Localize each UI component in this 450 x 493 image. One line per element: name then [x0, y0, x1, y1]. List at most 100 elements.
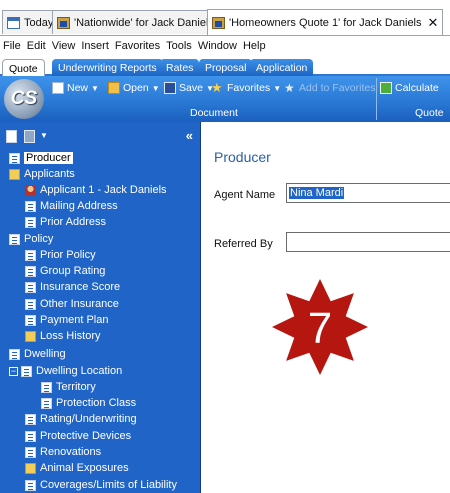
- form-icon: [9, 348, 20, 360]
- form-icon: [25, 298, 36, 310]
- sidebar-item-coverages-limits[interactable]: Coverages/Limits of Liability: [25, 477, 177, 493]
- ribbon-tab-application[interactable]: Application: [250, 59, 314, 76]
- tab-label: 'Homeowners Quote 1' for Jack Daniels: [229, 16, 422, 29]
- folder-open-icon: [108, 82, 120, 94]
- menu-view[interactable]: View: [49, 40, 79, 52]
- agent-name-label: Agent Name: [214, 189, 276, 201]
- folder-icon: [25, 462, 36, 474]
- save-disk-icon: [164, 82, 176, 94]
- sidebar-item-label: Dwelling: [24, 348, 66, 360]
- sidebar-item-loss-history[interactable]: Loss History: [25, 328, 101, 344]
- sidebar-item-rating-underwriting[interactable]: Rating/Underwriting: [25, 411, 137, 427]
- sidebar-item-label: Group Rating: [40, 265, 106, 277]
- folder-icon: [9, 168, 20, 180]
- form-icon: [25, 430, 36, 442]
- calendar-icon: [7, 16, 20, 29]
- menu-help[interactable]: Help: [240, 40, 269, 52]
- page-icon[interactable]: [6, 130, 17, 143]
- sidebar-item-insurance-score[interactable]: Insurance Score: [25, 279, 120, 295]
- new-button[interactable]: New ▼: [52, 80, 99, 96]
- tab-label: 'Nationwide' for Jack Daniels: [74, 16, 214, 29]
- step-number-badge: 7: [272, 279, 368, 375]
- ribbon-group-quote-label: Quote: [415, 107, 444, 119]
- sidebar-item-applicants[interactable]: Applicants: [9, 166, 75, 182]
- forms-icon[interactable]: [24, 130, 35, 143]
- ribbon: CS New ▼ Open ▼ Save ▼ ★ Favorites ▼ ★ A…: [0, 76, 450, 122]
- tab-nationwide-client[interactable]: 'Nationwide' for Jack Daniels: [52, 10, 219, 34]
- sidebar-item-producer[interactable]: Producer: [9, 150, 73, 166]
- new-label: New: [67, 82, 89, 94]
- client-icon: [57, 16, 70, 29]
- person-icon: [25, 184, 36, 196]
- sidebar-item-prior-address[interactable]: Prior Address: [25, 214, 106, 230]
- form-icon: [41, 381, 52, 393]
- menu-favorites[interactable]: Favorites: [112, 40, 163, 52]
- sidebar-item-dwelling[interactable]: Dwelling: [9, 346, 66, 362]
- sidebar-item-other-insurance[interactable]: Other Insurance: [25, 296, 119, 312]
- form-icon: [25, 479, 36, 491]
- ribbon-group-divider: [376, 78, 377, 120]
- form-icon: [25, 200, 36, 212]
- ribbon-tab-proposal[interactable]: Proposal: [199, 59, 253, 76]
- sidebar-item-protective-devices[interactable]: Protective Devices: [25, 428, 131, 444]
- sidebar-item-label: Other Insurance: [40, 298, 119, 310]
- favorites-label: Favorites: [227, 82, 271, 94]
- sidebar-item-label: Insurance Score: [40, 281, 121, 293]
- navigation-sidebar: ▼ « Producer Applicants Applicant 1 - Ja…: [0, 122, 201, 493]
- favorites-button[interactable]: ★ Favorites ▼: [211, 80, 281, 96]
- ribbon-tab-underwriting-reports[interactable]: Underwriting Reports: [52, 59, 163, 76]
- tab-homeowners-quote[interactable]: 'Homeowners Quote 1' for Jack Daniels ✕: [207, 9, 444, 35]
- sidebar-item-territory[interactable]: Territory: [41, 379, 96, 395]
- sidebar-item-label: Territory: [56, 381, 96, 393]
- form-icon: [41, 397, 52, 409]
- sidebar-item-label: Dwelling Location: [36, 365, 123, 377]
- close-icon[interactable]: ✕: [428, 15, 439, 31]
- sidebar-item-renovations[interactable]: Renovations: [25, 444, 101, 460]
- sidebar-item-protection-class[interactable]: Protection Class: [41, 395, 136, 411]
- form-icon: [9, 152, 20, 164]
- sidebar-item-animal-exposures[interactable]: Animal Exposures: [25, 460, 129, 476]
- form-icon: [25, 413, 36, 425]
- sidebar-item-dwelling-location[interactable]: − Dwelling Location: [9, 363, 122, 379]
- new-document-icon: [52, 82, 64, 94]
- collapse-sidebar-icon[interactable]: «: [186, 128, 193, 143]
- sidebar-item-group-rating[interactable]: Group Rating: [25, 263, 105, 279]
- sidebar-item-mailing-address[interactable]: Mailing Address: [25, 198, 118, 214]
- sidebar-item-payment-plan[interactable]: Payment Plan: [25, 312, 108, 328]
- sidebar-item-label: Applicant 1 - Jack Daniels: [40, 184, 167, 196]
- tab-today[interactable]: Today: [2, 10, 59, 34]
- sidebar-item-applicant-1[interactable]: Applicant 1 - Jack Daniels: [25, 182, 167, 198]
- sidebar-item-label: Policy: [24, 233, 54, 245]
- sidebar-item-label: Animal Exposures: [40, 462, 129, 474]
- add-to-favorites-button[interactable]: ★ Add to Favorites: [284, 80, 375, 96]
- sidebar-item-label: Rating/Underwriting: [40, 413, 137, 425]
- agent-name-field[interactable]: Nina Mardi: [286, 183, 450, 203]
- ribbon-tab-bar: Quote Underwriting Reports Rates Proposa…: [0, 56, 450, 78]
- sidebar-toolbar: ▼ «: [0, 128, 200, 146]
- collapse-node-icon[interactable]: −: [9, 366, 18, 376]
- menu-edit[interactable]: Edit: [24, 40, 49, 52]
- chevron-down-icon: ▼: [273, 83, 282, 93]
- open-button[interactable]: Open ▼: [108, 80, 160, 96]
- folder-icon: [25, 330, 36, 342]
- form-icon: [9, 233, 20, 245]
- ribbon-tab-rates[interactable]: Rates: [160, 59, 200, 76]
- menu-insert[interactable]: Insert: [78, 40, 112, 52]
- sidebar-item-prior-policy[interactable]: Prior Policy: [25, 247, 96, 263]
- form-icon: [25, 216, 36, 228]
- calculate-button[interactable]: Calculate: [380, 80, 439, 96]
- home-quote-icon: [212, 16, 225, 29]
- referred-by-field[interactable]: [286, 232, 450, 252]
- form-icon: [25, 265, 36, 277]
- add-to-favorites-label: Add to Favorites: [299, 82, 376, 94]
- menu-window[interactable]: Window: [195, 40, 240, 52]
- application-logo[interactable]: CS: [4, 79, 44, 119]
- star-add-icon: ★: [284, 81, 295, 95]
- menu-file[interactable]: File: [0, 40, 24, 52]
- form-icon: [25, 314, 36, 326]
- chevron-down-icon[interactable]: ▼: [40, 131, 48, 140]
- sidebar-item-policy[interactable]: Policy: [9, 231, 53, 247]
- menu-tools[interactable]: Tools: [163, 40, 195, 52]
- save-button[interactable]: Save ▼: [164, 80, 214, 96]
- calculate-label: Calculate: [395, 82, 439, 94]
